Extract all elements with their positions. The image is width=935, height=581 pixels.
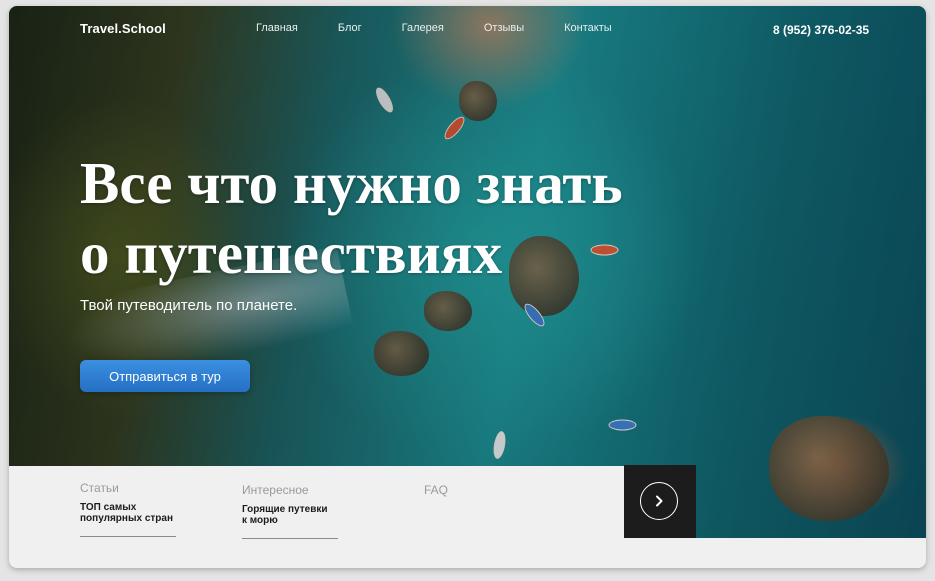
card-description-line-2: популярных стран — [80, 513, 174, 524]
hero-background-image: Travel.School Главная Блог Галерея Отзыв… — [9, 6, 926, 538]
card-category: Интересное — [242, 483, 309, 497]
next-button[interactable] — [624, 465, 696, 538]
phone-number[interactable]: 8 (952) 376-02-35 — [773, 23, 869, 37]
card-description: ТОП самых популярных стран — [80, 502, 176, 536]
card-interesting[interactable]: Интересное Горящие путевки к морю — [242, 483, 338, 539]
card-category: FAQ — [424, 483, 449, 497]
card-description-line-1: ТОП самых — [80, 502, 137, 513]
hero-title-line-2: о путешествиях — [80, 220, 503, 286]
card-divider — [242, 538, 338, 539]
card-category: Статьи — [80, 481, 119, 495]
info-panel: Статьи ТОП самых популярных стран Интере… — [9, 466, 624, 539]
nav-item-blog[interactable]: Блог — [338, 22, 362, 34]
start-tour-button[interactable]: Отправиться в тур — [80, 360, 250, 392]
site-logo[interactable]: Travel.School — [80, 21, 166, 36]
hero-subtitle: Твой путеводитель по планете. — [80, 297, 298, 314]
bottom-section: Статьи ТОП самых популярных стран Интере… — [9, 465, 926, 568]
card-articles[interactable]: Статьи ТОП самых популярных стран — [80, 481, 176, 537]
nav-item-gallery[interactable]: Галерея — [402, 22, 444, 34]
nav-item-reviews[interactable]: Отзывы — [484, 22, 524, 34]
hero-title-line-1: Все что нужно знать — [80, 150, 623, 216]
hero-title: Все что нужно знать о путешествиях — [80, 148, 720, 288]
card-description-line-2: к морю — [242, 515, 278, 526]
card-description: Горящие путевки к морю — [242, 504, 338, 538]
page-frame: Travel.School Главная Блог Галерея Отзыв… — [9, 6, 926, 568]
site-header: Travel.School Главная Блог Галерея Отзыв… — [9, 6, 926, 50]
nav-item-home[interactable]: Главная — [256, 22, 298, 34]
card-faq[interactable]: FAQ — [424, 483, 520, 501]
card-description-line-1: Горящие путевки — [242, 504, 328, 515]
main-nav: Главная Блог Галерея Отзывы Контакты — [256, 22, 652, 34]
chevron-right-icon — [656, 495, 663, 507]
nav-item-contacts[interactable]: Контакты — [564, 22, 612, 34]
card-divider — [80, 536, 176, 537]
next-button-circle — [640, 482, 678, 520]
